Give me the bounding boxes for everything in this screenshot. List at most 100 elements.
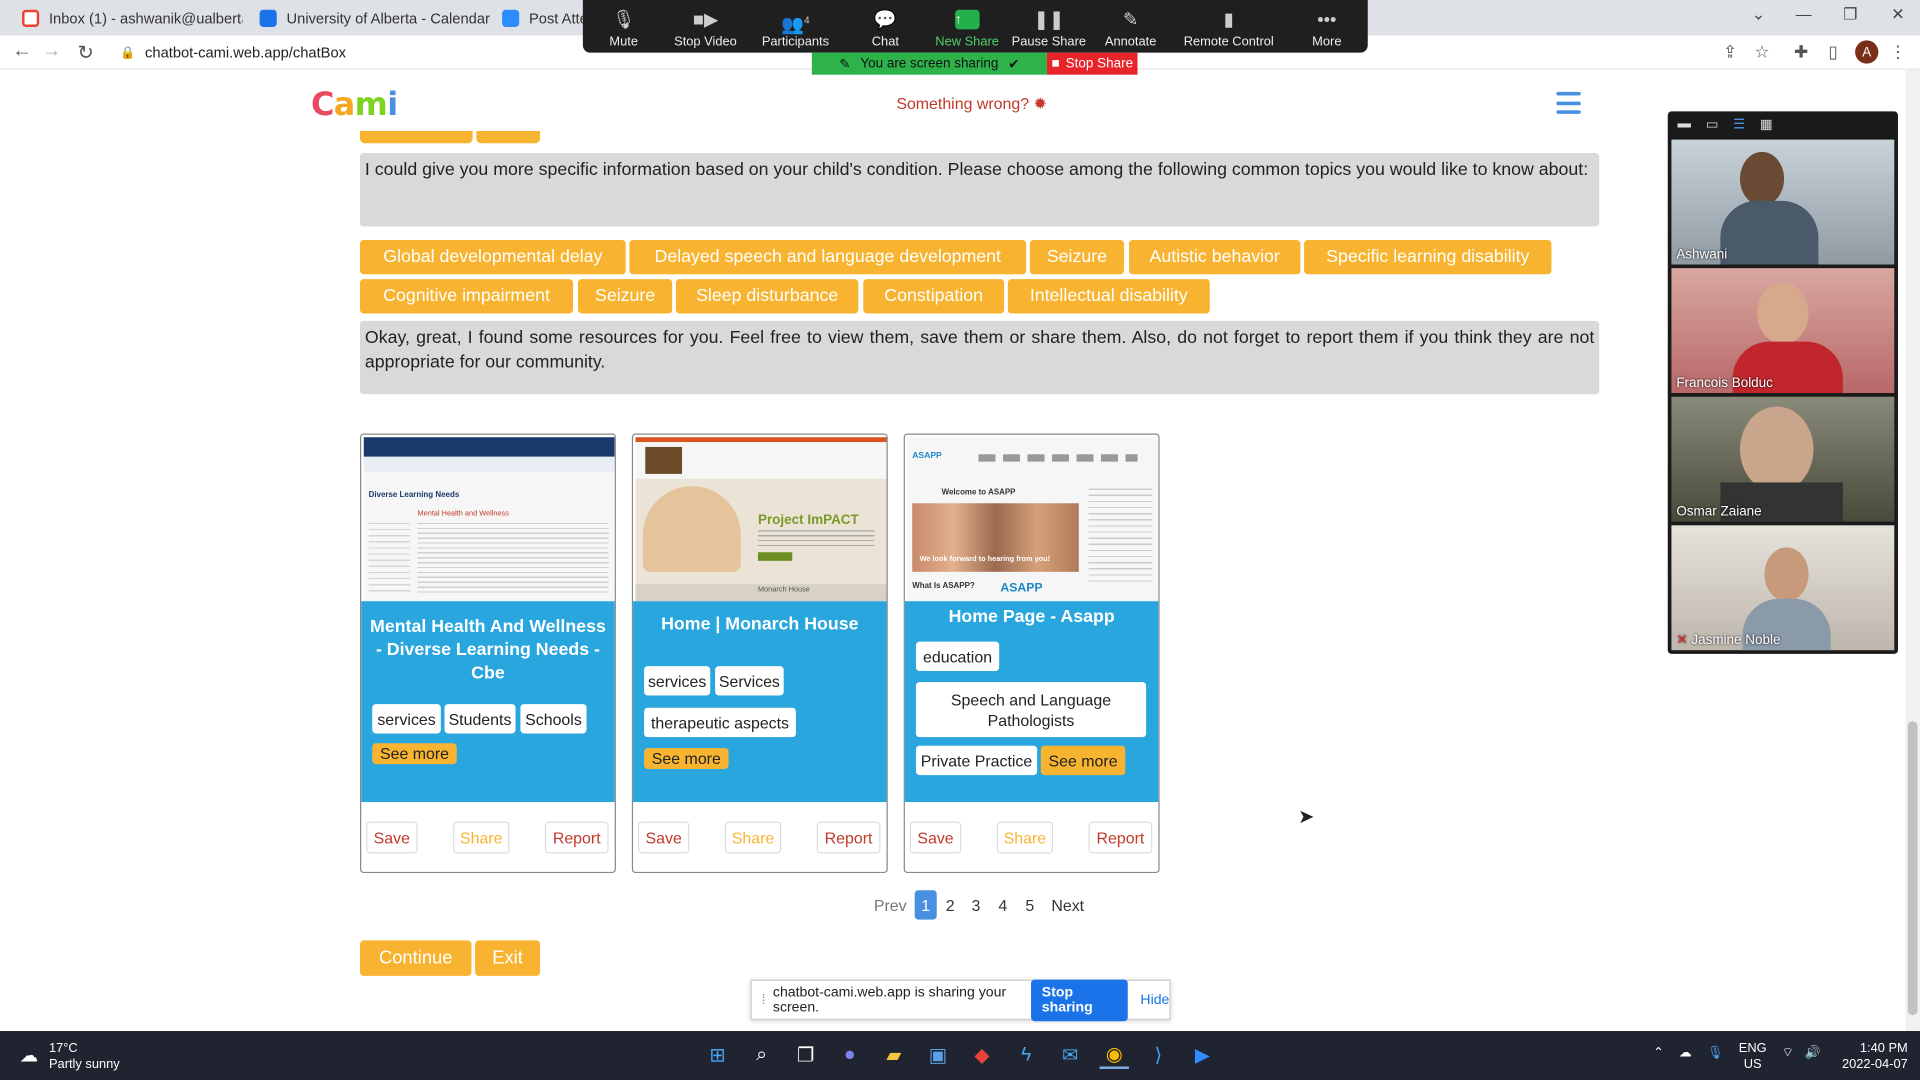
report-button[interactable]: Report [816, 821, 881, 854]
card-tag[interactable]: Services [715, 666, 784, 696]
mail-icon[interactable]: ✉ [1056, 1042, 1085, 1069]
remote-control-button[interactable]: ▮ Remote Control [1171, 0, 1285, 53]
task-view-icon[interactable]: ❐ [791, 1042, 820, 1069]
language-indicator[interactable]: ENG US [1739, 1041, 1767, 1073]
topic-chip[interactable]: Specific learning disability [1304, 240, 1552, 275]
window-close-icon[interactable]: ✕ [1880, 5, 1917, 25]
topic-chip[interactable]: Intellectual disability [1007, 279, 1210, 314]
strip-view-icon[interactable]: ☰ [1733, 116, 1745, 133]
topic-chip[interactable]: Seizure [577, 279, 673, 314]
next-page-button[interactable]: Next [1048, 890, 1087, 919]
extensions-icon[interactable]: ✚ [1790, 42, 1812, 63]
new-share-button[interactable]: ↑ New Share [926, 0, 1008, 53]
chat-button[interactable]: 💬 Chat [844, 0, 926, 53]
tab-calendar[interactable]: University of Alberta - Calendar ✕ [247, 0, 492, 36]
file-explorer-icon[interactable]: ▰ [879, 1042, 908, 1069]
save-button[interactable]: Save [637, 821, 690, 854]
stop-share-button[interactable]: ■ Stop Share [1046, 52, 1138, 75]
hide-button[interactable]: Hide [1140, 992, 1169, 1007]
save-button[interactable]: Save [909, 821, 962, 854]
see-more-button[interactable]: See more [372, 743, 457, 765]
page-scrollbar[interactable] [1905, 69, 1920, 1032]
video-tile[interactable]: Ashwani [1671, 139, 1895, 265]
weather-widget[interactable]: 17°C Partly sunny [49, 1041, 120, 1073]
report-button[interactable]: Report [1088, 821, 1153, 854]
mic-tray-icon[interactable]: 🎙 [1707, 1046, 1723, 1062]
tab-search-icon[interactable]: ⌄ [1740, 5, 1777, 25]
card-tag[interactable]: Speech and Language Pathologists [915, 682, 1147, 738]
page-1-button[interactable]: 1 [914, 890, 937, 920]
more-button[interactable]: ••• More [1286, 0, 1368, 53]
topic-chip[interactable]: Delayed speech and language development [629, 240, 1027, 275]
topic-chip-partial[interactable] [360, 131, 473, 144]
card-tag[interactable]: Private Practice [915, 745, 1038, 776]
card-tag[interactable]: therapeutic aspects [644, 707, 796, 738]
share-page-icon[interactable]: ⇪ [1719, 42, 1741, 63]
scrollbar-thumb[interactable] [1907, 721, 1918, 1016]
video-tile[interactable]: Osmar Zaiane [1671, 396, 1895, 522]
reload-icon[interactable]: ↻ [73, 40, 97, 64]
tray-chevron-icon[interactable]: ⌃ [1653, 1046, 1664, 1062]
see-more-button[interactable]: See more [644, 748, 729, 769]
tab-gmail[interactable]: Inbox (1) - ashwanik@ualberta.c ✕ [10, 0, 242, 36]
sidepanel-icon[interactable]: ▯ [1822, 42, 1844, 63]
card-tag[interactable]: Students [444, 704, 516, 734]
restore-icon[interactable]: ❐ [1832, 5, 1869, 25]
continue-button[interactable]: Continue [360, 940, 472, 976]
card-tag[interactable]: education [915, 641, 1000, 672]
hamburger-menu-icon[interactable] [1556, 91, 1581, 114]
page-2-button[interactable]: 2 [940, 890, 960, 919]
teams-chat-icon[interactable]: ● [835, 1042, 864, 1069]
zoom-app-icon[interactable]: ▶ [1188, 1042, 1217, 1069]
forward-icon[interactable]: → [39, 40, 63, 62]
mute-button[interactable]: 🎙 Mute [583, 0, 665, 53]
card-tag[interactable]: Schools [520, 704, 587, 734]
vscode-icon[interactable]: ⟩ [1144, 1042, 1173, 1069]
back-icon[interactable]: ← [10, 40, 34, 62]
card-tag[interactable]: services [644, 666, 711, 696]
see-more-button[interactable]: See more [1040, 745, 1126, 776]
stop-video-button[interactable]: ■▶ Stop Video [665, 0, 747, 53]
card-title[interactable]: Home | Monarch House [633, 613, 886, 636]
card-title[interactable]: Mental Health And Wellness - Diverse Lea… [361, 616, 614, 686]
resource-thumbnail[interactable]: Project ImPACT Monarch House [635, 437, 887, 602]
topic-chip[interactable]: Cognitive impairment [360, 279, 574, 314]
pause-share-button[interactable]: ❚❚ Pause Share [1008, 0, 1090, 53]
share-button[interactable]: Share [996, 821, 1054, 854]
page-3-button[interactable]: 3 [966, 890, 986, 919]
share-button[interactable]: Share [453, 821, 510, 854]
app-bolt-icon[interactable]: ϟ [1011, 1042, 1040, 1069]
participants-button[interactable]: 👥4 Participants [746, 0, 844, 53]
start-icon[interactable]: ⊞ [703, 1042, 732, 1069]
store-icon[interactable]: ▣ [923, 1042, 952, 1069]
annotate-button[interactable]: ✎ Annotate [1090, 0, 1172, 53]
something-wrong-link[interactable]: Something wrong? ✹ [896, 94, 1047, 114]
minimize-gallery-icon[interactable]: ▬ [1678, 116, 1691, 132]
video-tile[interactable]: Francois Bolduc [1671, 268, 1895, 394]
wifi-icon[interactable]: ⌔ [1782, 1046, 1794, 1062]
bookmark-star-icon[interactable]: ☆ [1751, 42, 1773, 63]
page-5-button[interactable]: 5 [1020, 890, 1040, 919]
minimize-icon[interactable]: — [1785, 5, 1822, 23]
card-tag[interactable]: services [372, 704, 441, 734]
volume-icon[interactable]: 🔊 [1805, 1046, 1821, 1062]
report-button[interactable]: Report [544, 821, 609, 854]
video-tile[interactable]: ✕ Jasmine Noble [1671, 525, 1895, 651]
topic-chip[interactable]: Autistic behavior [1128, 240, 1301, 275]
page-4-button[interactable]: 4 [993, 890, 1013, 919]
grid-view-icon[interactable]: ▦ [1760, 116, 1773, 133]
single-view-icon[interactable]: ▭ [1706, 116, 1719, 133]
tab-post-attend[interactable]: Post Attend [490, 0, 588, 36]
topic-chip[interactable]: Constipation [863, 279, 1005, 314]
save-button[interactable]: Save [366, 821, 418, 854]
stop-sharing-button[interactable]: Stop sharing [1030, 978, 1129, 1021]
share-button[interactable]: Share [724, 821, 782, 854]
resource-thumbnail[interactable]: ASAPP Welcome to ASAPP We look forward t… [907, 437, 1159, 602]
topic-chip[interactable]: Global developmental delay [360, 240, 626, 275]
onedrive-icon[interactable]: ☁ [1679, 1046, 1692, 1062]
resource-thumbnail[interactable]: Diverse Learning Needs Mental Health and… [363, 437, 615, 602]
topic-chip-partial[interactable] [476, 131, 541, 144]
profile-avatar[interactable]: A [1855, 40, 1879, 64]
clock[interactable]: 1:40 PM 2022-04-07 [1837, 1041, 1908, 1073]
cami-logo[interactable]: Cami [311, 87, 398, 124]
